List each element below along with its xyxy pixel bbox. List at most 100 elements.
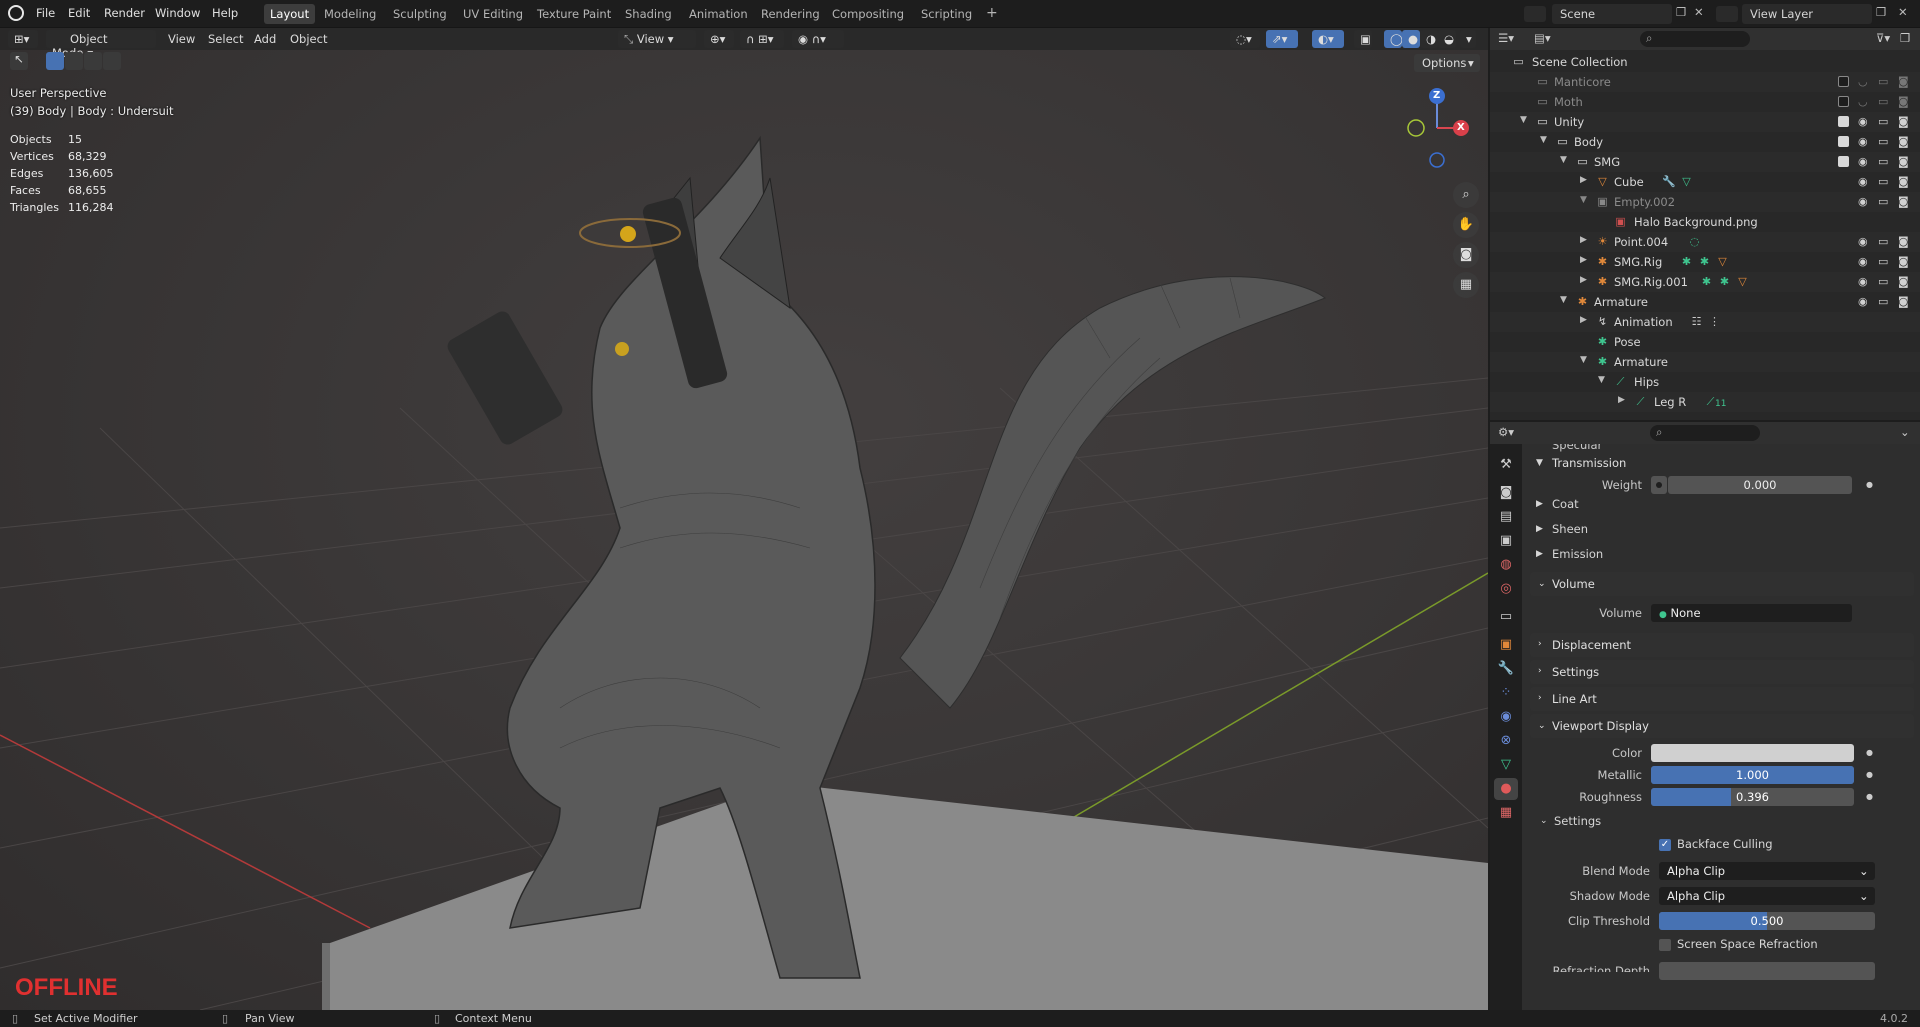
- menu-add[interactable]: Add: [254, 32, 276, 46]
- coat-subpanel[interactable]: Coat: [1552, 497, 1579, 511]
- outliner-row-cube[interactable]: ▶ ▽ Cube 🔧 ▽ ◉ ▭ ◙: [1490, 172, 1920, 192]
- roughness-slider[interactable]: 0.396: [1651, 788, 1854, 806]
- outliner-search-input[interactable]: ⌕: [1640, 31, 1750, 47]
- view-layer-tab-icon[interactable]: ▣: [1494, 530, 1518, 552]
- tab-animation[interactable]: Animation: [683, 4, 754, 24]
- new-scene-icon[interactable]: ❐: [1676, 5, 1692, 21]
- pose-icon[interactable]: ✱: [1718, 275, 1731, 288]
- select-subtract-icon[interactable]: [84, 52, 102, 70]
- menu-view[interactable]: View: [168, 32, 195, 46]
- expand-triangle-icon[interactable]: ▶: [1580, 315, 1587, 325]
- expand-triangle-icon[interactable]: ▼: [1536, 458, 1543, 468]
- proportional-edit-icon[interactable]: ◉ ∩▾: [792, 30, 844, 48]
- menu-object[interactable]: Object: [290, 32, 327, 46]
- eye-icon[interactable]: ◉: [1858, 275, 1870, 288]
- exclude-checkbox[interactable]: [1838, 76, 1849, 87]
- modifier-tab-icon[interactable]: 🔧: [1494, 658, 1518, 680]
- outliner-row-moth[interactable]: ▭ Moth ◡ ▭ ◙: [1490, 92, 1920, 112]
- nla-icon[interactable]: ⋮: [1708, 315, 1721, 328]
- camera-icon[interactable]: ◙: [1898, 175, 1910, 188]
- monitor-icon[interactable]: ▭: [1878, 75, 1890, 88]
- specular-subpanel[interactable]: Specular: [1552, 444, 1602, 452]
- view-layer-icon[interactable]: [1716, 6, 1738, 22]
- camera-icon[interactable]: ◙: [1898, 75, 1910, 88]
- monitor-icon[interactable]: ▭: [1878, 255, 1890, 268]
- monitor-icon[interactable]: ▭: [1878, 195, 1890, 208]
- backface-checkbox[interactable]: ✓: [1659, 839, 1671, 851]
- settings-panel-header[interactable]: › Settings: [1530, 660, 1914, 684]
- particles-tab-icon[interactable]: ⁘: [1494, 682, 1518, 704]
- outliner-row-armature[interactable]: ▼ ✱ Armature ◉ ▭ ◙: [1490, 292, 1920, 312]
- pose-icon[interactable]: ✱: [1698, 255, 1711, 268]
- monitor-icon[interactable]: ▭: [1878, 295, 1890, 308]
- filter-icon[interactable]: ⊽▾: [1876, 31, 1890, 45]
- mesh-data-icon[interactable]: ▽: [1680, 175, 1693, 188]
- expand-triangle-icon[interactable]: ▼: [1560, 295, 1567, 305]
- view-layer-field[interactable]: View Layer: [1742, 4, 1872, 24]
- material-tab-icon[interactable]: ●: [1494, 778, 1518, 800]
- menu-file[interactable]: File: [36, 6, 55, 20]
- render-tab-icon[interactable]: ◙: [1494, 482, 1518, 504]
- camera-icon[interactable]: ◙: [1898, 115, 1910, 128]
- eye-icon[interactable]: ◉: [1858, 255, 1870, 268]
- outliner-row-leg-r[interactable]: ▶ ⟋ Leg R ⟋ 11: [1490, 392, 1920, 412]
- tab-compositing[interactable]: Compositing: [826, 4, 910, 24]
- exclude-checkbox[interactable]: [1838, 116, 1849, 127]
- keyframe-dot-icon[interactable]: ●: [1866, 770, 1873, 779]
- armature-data-icon[interactable]: ✱: [1700, 275, 1713, 288]
- editor-type-icon[interactable]: ⊞▾: [8, 30, 38, 48]
- expand-triangle-icon[interactable]: ▶: [1618, 395, 1625, 405]
- properties-panel[interactable]: ⚙▾ ⌕ ⌄ ⚒ ◙ ▤ ▣ ◍ ◎ ▭ ▣ 🔧 ⁘ ◉ ⊗ ▽ ● ▦ Spe…: [1490, 422, 1920, 1010]
- clip-threshold-slider[interactable]: 0.500: [1659, 912, 1875, 930]
- settings-subpanel[interactable]: Settings: [1554, 814, 1601, 828]
- camera-icon[interactable]: ◙: [1898, 95, 1910, 108]
- eye-icon[interactable]: ◉: [1858, 195, 1870, 208]
- new-collection-icon[interactable]: ❐: [1900, 31, 1910, 45]
- shading-material-icon[interactable]: ◑: [1420, 30, 1438, 48]
- tab-rendering[interactable]: Rendering: [755, 4, 826, 24]
- tab-shading[interactable]: Shading: [619, 4, 678, 24]
- exclude-checkbox[interactable]: [1838, 136, 1849, 147]
- outliner-panel[interactable]: ☰▾ ▤▾ ⌕ ⊽▾ ❐ ▭ Scene Collection ▭ Mantic…: [1490, 28, 1920, 420]
- exclude-checkbox[interactable]: [1838, 96, 1849, 107]
- eye-icon[interactable]: ◉: [1858, 235, 1870, 248]
- scene-icon[interactable]: [1524, 6, 1546, 22]
- options-dropdown[interactable]: Options ▾: [1414, 54, 1480, 72]
- keyframe-dot-icon[interactable]: ●: [1866, 748, 1873, 757]
- outliner-row-smg[interactable]: ▼ ▭ SMG ◉ ▭ ◙: [1490, 152, 1920, 172]
- properties-search-input[interactable]: ⌕: [1650, 425, 1760, 441]
- outliner-row-armature-data[interactable]: ▼ ✱ Armature: [1490, 352, 1920, 372]
- xray-icon[interactable]: ▣: [1354, 30, 1372, 48]
- exclude-checkbox[interactable]: [1838, 156, 1849, 167]
- expand-triangle-icon[interactable]: ▶: [1536, 549, 1543, 559]
- outliner-row-smg-rig[interactable]: ▶ ✱ SMG.Rig ✱ ✱ ▽ ◉ ▭ ◙: [1490, 252, 1920, 272]
- transform-orientation-dropdown[interactable]: ⤡ View ▾: [618, 30, 696, 48]
- expand-triangle-icon[interactable]: ▶: [1536, 499, 1543, 509]
- expand-triangle-icon[interactable]: ▼: [1540, 135, 1547, 145]
- volume-field[interactable]: ● None: [1651, 604, 1852, 622]
- outliner-row-manticore[interactable]: ▭ Manticore ◡ ▭ ◙: [1490, 72, 1920, 92]
- chevron-down-icon[interactable]: ⌄: [1900, 425, 1910, 439]
- ssr-checkbox[interactable]: [1659, 939, 1671, 951]
- monitor-icon[interactable]: ▭: [1878, 95, 1890, 108]
- displacement-panel-header[interactable]: › Displacement: [1530, 633, 1914, 657]
- select-new-icon[interactable]: [46, 52, 64, 70]
- expand-triangle-icon[interactable]: ▶: [1580, 235, 1587, 245]
- grid-ortho-icon[interactable]: ▦: [1453, 272, 1479, 298]
- expand-triangle-icon[interactable]: ▶: [1580, 175, 1587, 185]
- outliner-row-halo-image[interactable]: ▣ Halo Background.png: [1490, 212, 1920, 232]
- constraints-tab-icon[interactable]: ⊗: [1494, 730, 1518, 752]
- collection-tab-icon[interactable]: ▭: [1494, 606, 1518, 628]
- link-socket-icon[interactable]: [1651, 476, 1667, 494]
- tab-texture-paint[interactable]: Texture Paint: [531, 4, 617, 24]
- new-view-layer-icon[interactable]: ❐: [1876, 5, 1886, 19]
- menu-render[interactable]: Render: [104, 6, 145, 20]
- expand-triangle-icon[interactable]: ▶: [1580, 275, 1587, 285]
- scene-tab-icon[interactable]: ◍: [1494, 554, 1518, 576]
- expand-triangle-icon[interactable]: ▶: [1536, 524, 1543, 534]
- expand-triangle-icon[interactable]: ▼: [1580, 195, 1587, 205]
- world-tab-icon[interactable]: ◎: [1494, 578, 1518, 600]
- shading-options-icon[interactable]: ▾: [1460, 30, 1476, 48]
- gizmo-y-ball[interactable]: [1407, 119, 1425, 137]
- shading-solid-icon[interactable]: ●: [1402, 30, 1420, 48]
